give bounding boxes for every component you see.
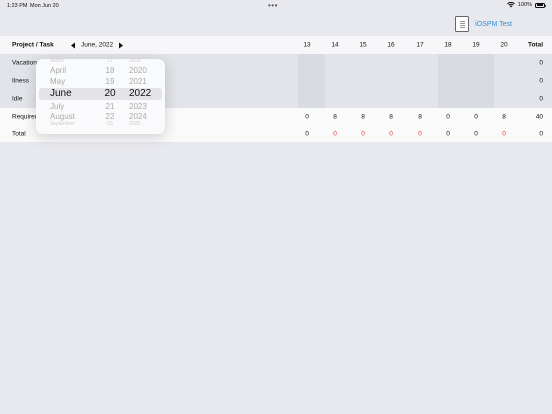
day-header: 18 xyxy=(444,41,452,49)
picker-option[interactable]: 20 xyxy=(104,88,116,99)
total-value: 0 xyxy=(418,130,422,138)
picker-option[interactable]: 2024 xyxy=(129,112,147,121)
picker-option[interactable]: 22 xyxy=(104,112,116,121)
app-switch-button[interactable]: iOSPM Test xyxy=(455,16,512,32)
date-picker-popover[interactable]: March April May June July August September 17 1… xyxy=(36,59,165,134)
table-header-row: Project / Task June, 2022 13 14 15 16 17… xyxy=(0,36,552,54)
total-header: Total xyxy=(527,41,543,49)
app-title: iOSPM Test xyxy=(475,20,512,28)
picker-option[interactable]: 18 xyxy=(104,66,116,75)
picker-option[interactable]: May xyxy=(50,77,65,86)
day-header: 20 xyxy=(500,41,508,49)
picker-option[interactable]: 19 xyxy=(104,77,116,86)
required-value: 0 xyxy=(474,113,478,121)
required-value: 8 xyxy=(361,113,365,121)
row-total: 0 xyxy=(539,77,543,85)
total-value: 0 xyxy=(333,130,337,138)
battery-percent: 100% xyxy=(517,2,532,8)
battery-icon xyxy=(535,2,546,8)
picker-option[interactable]: April xyxy=(50,66,66,75)
picker-option[interactable]: 21 xyxy=(104,102,116,111)
status-bar: 1:23 PM Mon Jun 20 ••• 100% xyxy=(0,0,552,12)
total-value: 0 xyxy=(361,130,365,138)
next-month-arrow-icon[interactable] xyxy=(119,42,124,48)
required-value: 0 xyxy=(446,113,450,121)
row-total: 0 xyxy=(539,95,543,103)
required-value: 8 xyxy=(418,113,422,121)
picker-option[interactable]: 17 xyxy=(104,59,116,64)
wifi-icon xyxy=(507,2,515,8)
multitasking-dots-icon[interactable]: ••• xyxy=(268,1,278,10)
picker-option[interactable]: August xyxy=(50,112,75,121)
status-time: 1:23 PM xyxy=(7,3,28,9)
nav-bar: iOSPM Test xyxy=(0,12,552,36)
total-value: 0 xyxy=(446,130,450,138)
picker-option[interactable]: 2021 xyxy=(129,77,147,86)
status-date: Mon Jun 20 xyxy=(30,3,59,9)
row-label: Vacation xyxy=(12,59,37,67)
row-total: 0 xyxy=(539,59,543,67)
required-value: 8 xyxy=(502,113,506,121)
picker-option[interactable]: July xyxy=(50,102,64,111)
picker-option[interactable]: September xyxy=(50,121,74,127)
picker-option[interactable]: June xyxy=(50,88,72,99)
required-value: 8 xyxy=(333,113,337,121)
day-header: 14 xyxy=(331,41,339,49)
picker-option[interactable]: March xyxy=(50,59,64,64)
document-icon xyxy=(455,16,470,32)
grand-total: 0 xyxy=(539,130,543,138)
day-header: 15 xyxy=(359,41,367,49)
picker-option[interactable]: 23 xyxy=(104,121,116,127)
row-label: Required xyxy=(12,113,39,121)
status-indicators: 100% xyxy=(507,2,546,8)
row-label: Ilness xyxy=(12,77,29,85)
picker-option[interactable]: 2020 xyxy=(129,66,147,75)
required-total: 40 xyxy=(535,113,543,121)
day-header: 13 xyxy=(303,41,311,49)
total-value: 0 xyxy=(474,130,478,138)
total-value: 0 xyxy=(389,130,393,138)
previous-month-arrow-icon[interactable] xyxy=(71,42,75,48)
row-label: Idle xyxy=(12,95,23,103)
project-task-header: Project / Task xyxy=(12,41,54,49)
month-selector[interactable]: June, 2022 xyxy=(81,42,113,49)
total-value: 0 xyxy=(305,130,309,138)
required-value: 0 xyxy=(305,113,309,121)
picker-option[interactable]: 2023 xyxy=(129,102,147,111)
total-value: 0 xyxy=(502,130,506,138)
picker-option[interactable]: 2022 xyxy=(129,88,151,99)
day-header: 17 xyxy=(416,41,424,49)
day-header: 19 xyxy=(472,41,480,49)
day-header: 16 xyxy=(387,41,395,49)
month-navigator: June, 2022 xyxy=(71,42,124,49)
picker-option[interactable]: 2025 xyxy=(129,121,140,127)
required-value: 8 xyxy=(389,113,393,121)
picker-option[interactable]: 2019 xyxy=(129,59,140,64)
row-label: Total xyxy=(12,130,26,138)
